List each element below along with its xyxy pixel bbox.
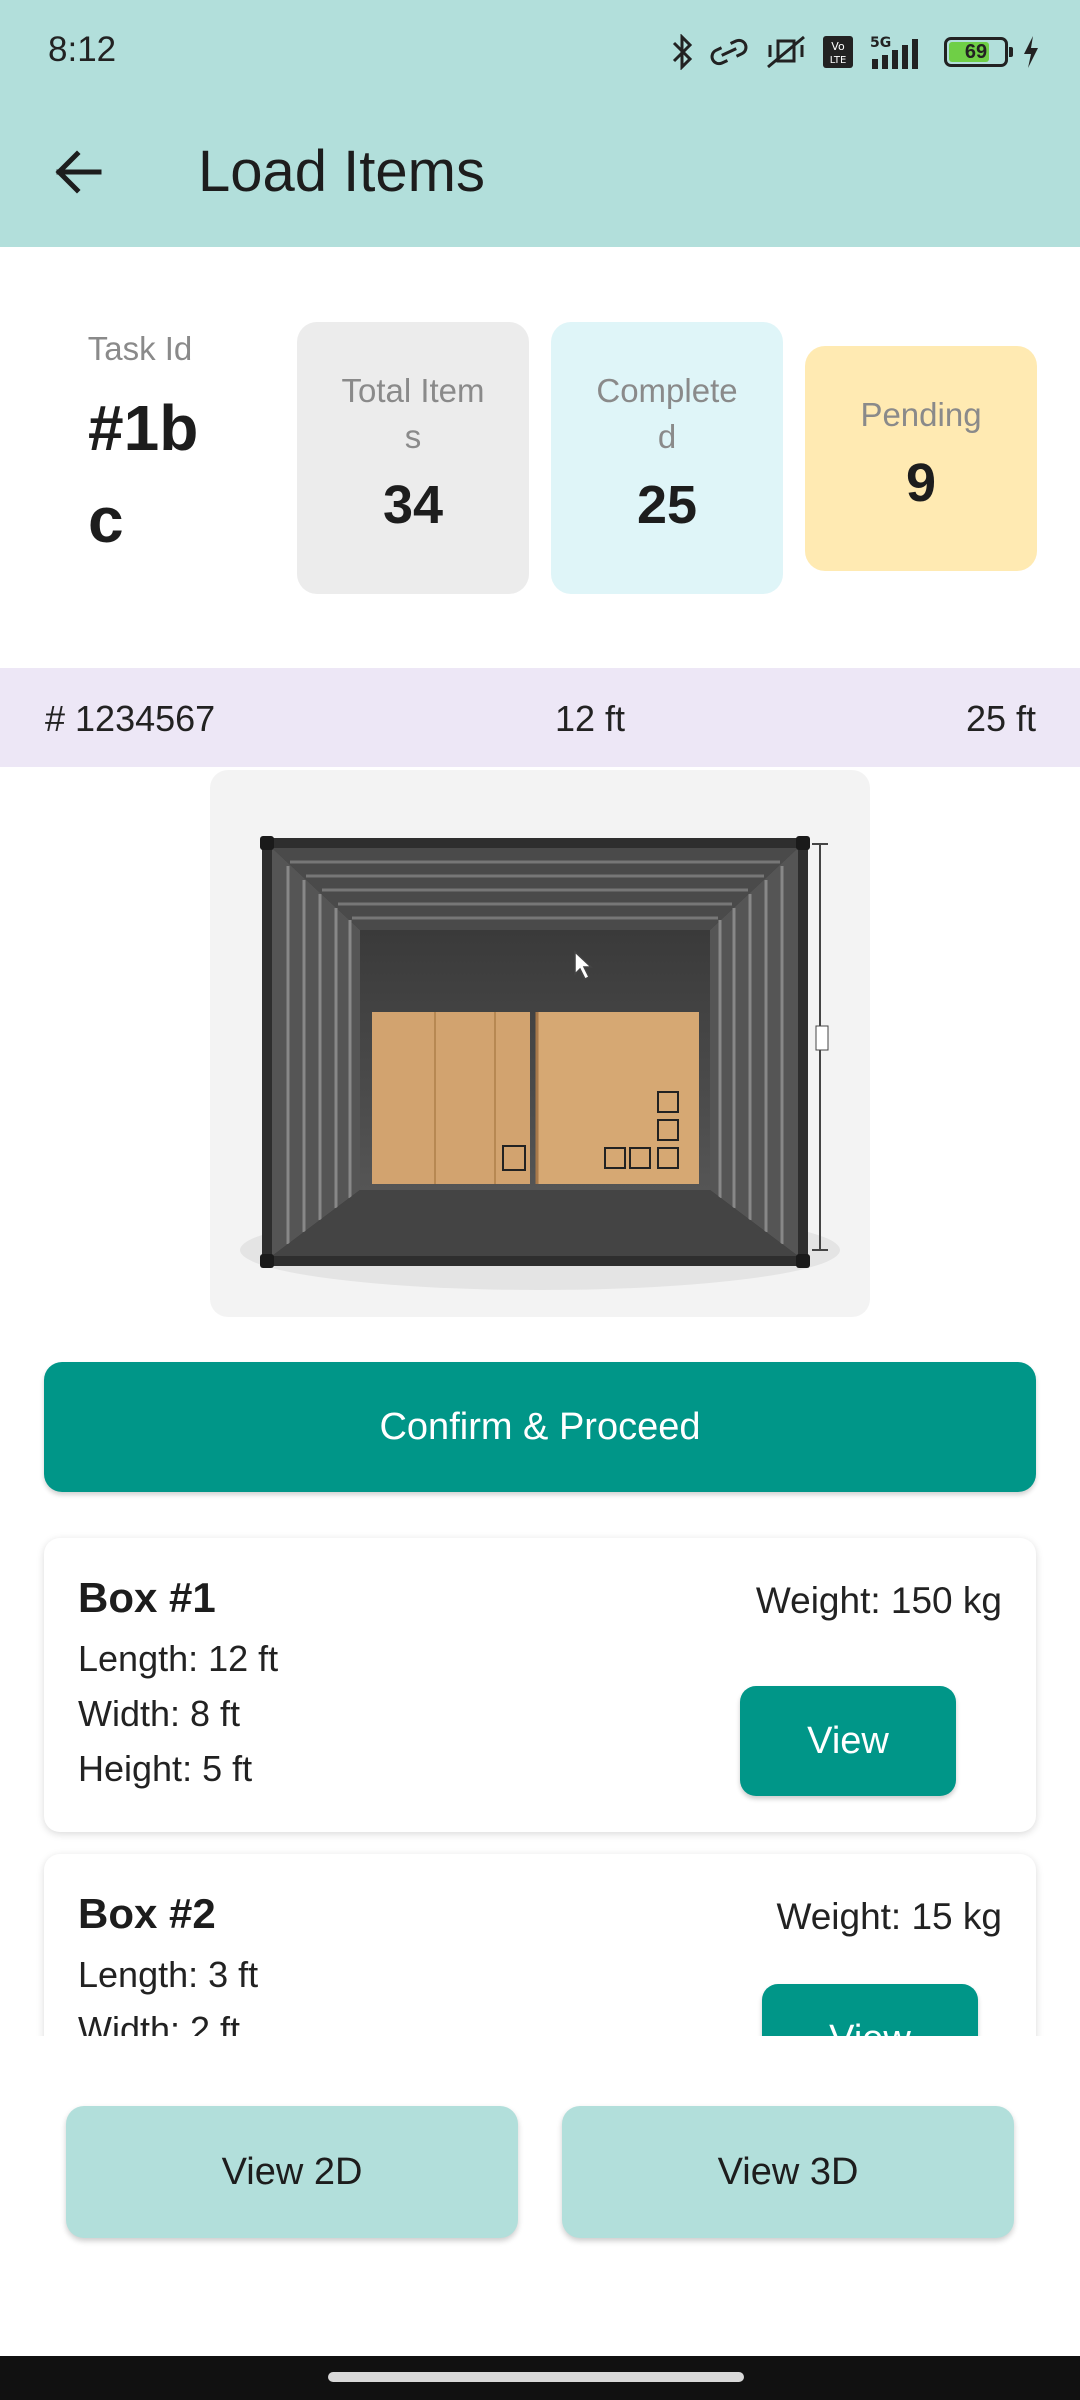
view-2d-button[interactable]: View 2D [66,2106,518,2238]
view-button[interactable]: View [762,1984,978,2036]
box-weight: Weight: 150 kg [755,1580,1002,1621]
box-card: Box #1 Length: 12 ft Width: 8 ft Height:… [44,1538,1036,1832]
confirm-proceed-button[interactable]: Confirm & Proceed [44,1362,1036,1492]
app-bar: Load Items [0,104,1080,247]
view-button[interactable]: View [740,1686,956,1796]
status-bar: 8:12 Vo LTE 5G 69 [0,0,1080,104]
page-title: Load Items [198,139,485,204]
volte-icon: Vo LTE [823,36,853,68]
container-length: 25 ft [965,698,1036,739]
container-number: # 1234567 [45,698,216,739]
status-icons: Vo LTE 5G 69 [670,30,1040,74]
total-items-card: Total Items 34 [297,322,529,594]
box-width: Width: 8 ft [78,1693,241,1734]
task-id-block: Task Id #1bc [60,330,260,566]
signal-icon: 5G [870,35,918,69]
svg-text:Vo: Vo [831,40,845,53]
container-width: 12 ft [555,698,626,739]
task-id-label: Task Id [87,330,193,367]
home-gesture-handle[interactable] [328,2372,744,2382]
completed-label: Completed [596,372,738,455]
box-name: Box #1 [78,1574,216,1621]
completed-card: Completed 25 [551,322,783,594]
view-3d-button[interactable]: View 3D [562,2106,1014,2238]
box-length: Length: 12 ft [78,1638,279,1679]
container-info-strip: # 1234567 12 ft 25 ft [0,668,1080,767]
arrow-left-icon [54,149,101,194]
link-icon [710,38,748,66]
total-items-label: Total Items [341,372,485,455]
box-width: Width: 2 ft [78,2009,241,2036]
battery-icon: 69 [944,37,1013,67]
container-image [210,770,870,1317]
svg-text:LTE: LTE [830,55,847,66]
box-list[interactable]: Box #1 Length: 12 ft Width: 8 ft Height:… [0,1520,1080,2036]
top-bar: 8:12 Vo LTE 5G 69 Load Items [0,0,1080,247]
pending-value: 9 [905,453,937,513]
box-height: Height: 5 ft [78,1748,253,1789]
svg-text:5G: 5G [870,35,891,51]
status-time: 8:12 [48,30,117,69]
bottom-action-bar: View 2D View 3D [0,2036,1080,2356]
system-nav-bar [0,2356,1080,2400]
box-name: Box #2 [78,1890,216,1937]
mute-vibrate-icon [767,35,805,69]
charging-icon [1024,36,1038,68]
task-id-value: #1bc [88,392,199,556]
box-length: Length: 3 ft [78,1954,259,1995]
pending-card: Pending 9 [805,346,1037,571]
box-weight: Weight: 15 kg [776,1896,1002,1937]
total-items-value: 34 [382,475,444,535]
back-button[interactable] [40,134,115,209]
battery-level: 69 [964,41,988,63]
pending-label: Pending [860,396,982,433]
bluetooth-icon [672,34,693,70]
completed-value: 25 [636,475,698,535]
box-card: Box #2 Length: 3 ft Width: 2 ft Weight: … [44,1854,1036,2036]
